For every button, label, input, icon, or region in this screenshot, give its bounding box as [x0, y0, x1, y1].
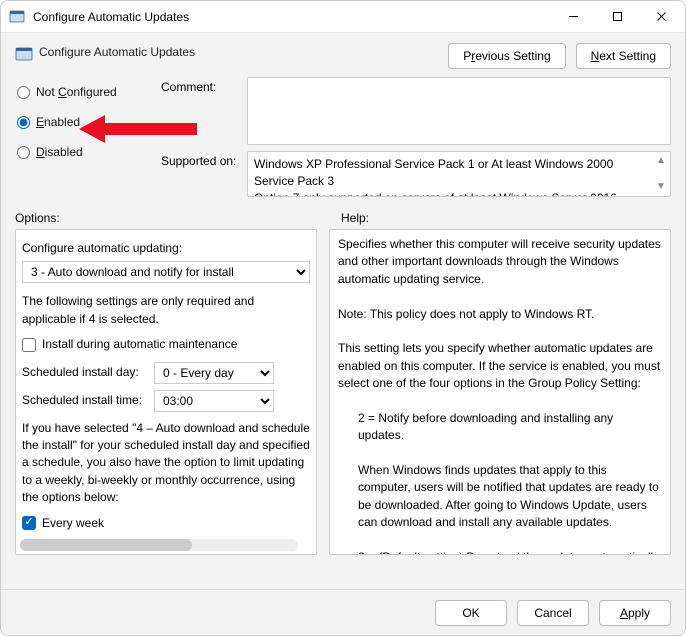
title-bar: Configure Automatic Updates [1, 1, 685, 33]
options-horizontal-scrollbar[interactable] [20, 539, 298, 551]
radio-disabled[interactable]: Disabled [15, 137, 161, 167]
close-button[interactable] [639, 2, 683, 32]
policy-icon [15, 45, 33, 63]
app-icon [9, 9, 25, 25]
configure-updating-select[interactable]: 3 - Auto download and notify for install [22, 261, 310, 283]
cancel-button[interactable]: Cancel [517, 600, 589, 626]
maximize-button[interactable] [595, 2, 639, 32]
previous-setting-button[interactable]: Previous Setting [448, 43, 565, 69]
minimize-button[interactable] [551, 2, 595, 32]
scroll-up-icon[interactable]: ▲ [654, 154, 668, 168]
configure-updating-label: Configure automatic updating: [22, 240, 310, 257]
comment-textarea[interactable] [247, 77, 671, 145]
ok-button[interactable]: OK [435, 600, 507, 626]
radio-not-configured-input[interactable] [17, 86, 30, 99]
options-paragraph: If you have selected "4 – Auto download … [22, 420, 310, 507]
scroll-down-icon[interactable]: ▼ [654, 180, 668, 194]
options-label: Options: [15, 211, 341, 225]
install-maintenance-input[interactable] [22, 338, 36, 352]
install-day-label: Scheduled install day: [22, 364, 146, 381]
install-time-select[interactable]: 03:00 [154, 390, 274, 412]
supported-on-label: Supported on: [161, 151, 247, 168]
supported-on-text: Windows XP Professional Service Pack 1 o… [247, 151, 671, 197]
options-note: The following settings are only required… [22, 293, 310, 328]
radio-enabled-input[interactable] [17, 116, 30, 129]
page-title: Configure Automatic Updates [39, 43, 448, 59]
help-text: Specifies whether this computer will rec… [338, 236, 662, 554]
next-setting-button[interactable]: Next Setting [576, 43, 671, 69]
window-title: Configure Automatic Updates [33, 10, 551, 24]
every-week-checkbox[interactable]: ✓ Every week [22, 515, 310, 532]
apply-button[interactable]: Apply [599, 600, 671, 626]
comment-label: Comment: [161, 77, 247, 94]
radio-disabled-input[interactable] [17, 146, 30, 159]
help-pane: Specifies whether this computer will rec… [329, 229, 671, 555]
install-day-select[interactable]: 0 - Every day [154, 362, 274, 384]
radio-not-configured[interactable]: Not Configured [15, 77, 161, 107]
install-maintenance-checkbox[interactable]: Install during automatic maintenance [22, 336, 310, 353]
help-label: Help: [341, 211, 369, 225]
install-time-label: Scheduled install time: [22, 392, 146, 409]
radio-enabled[interactable]: Enabled [15, 107, 161, 137]
dialog-footer: OK Cancel Apply [1, 589, 685, 635]
every-week-input[interactable]: ✓ [22, 516, 36, 530]
options-pane: Configure automatic updating: 3 - Auto d… [15, 229, 317, 555]
